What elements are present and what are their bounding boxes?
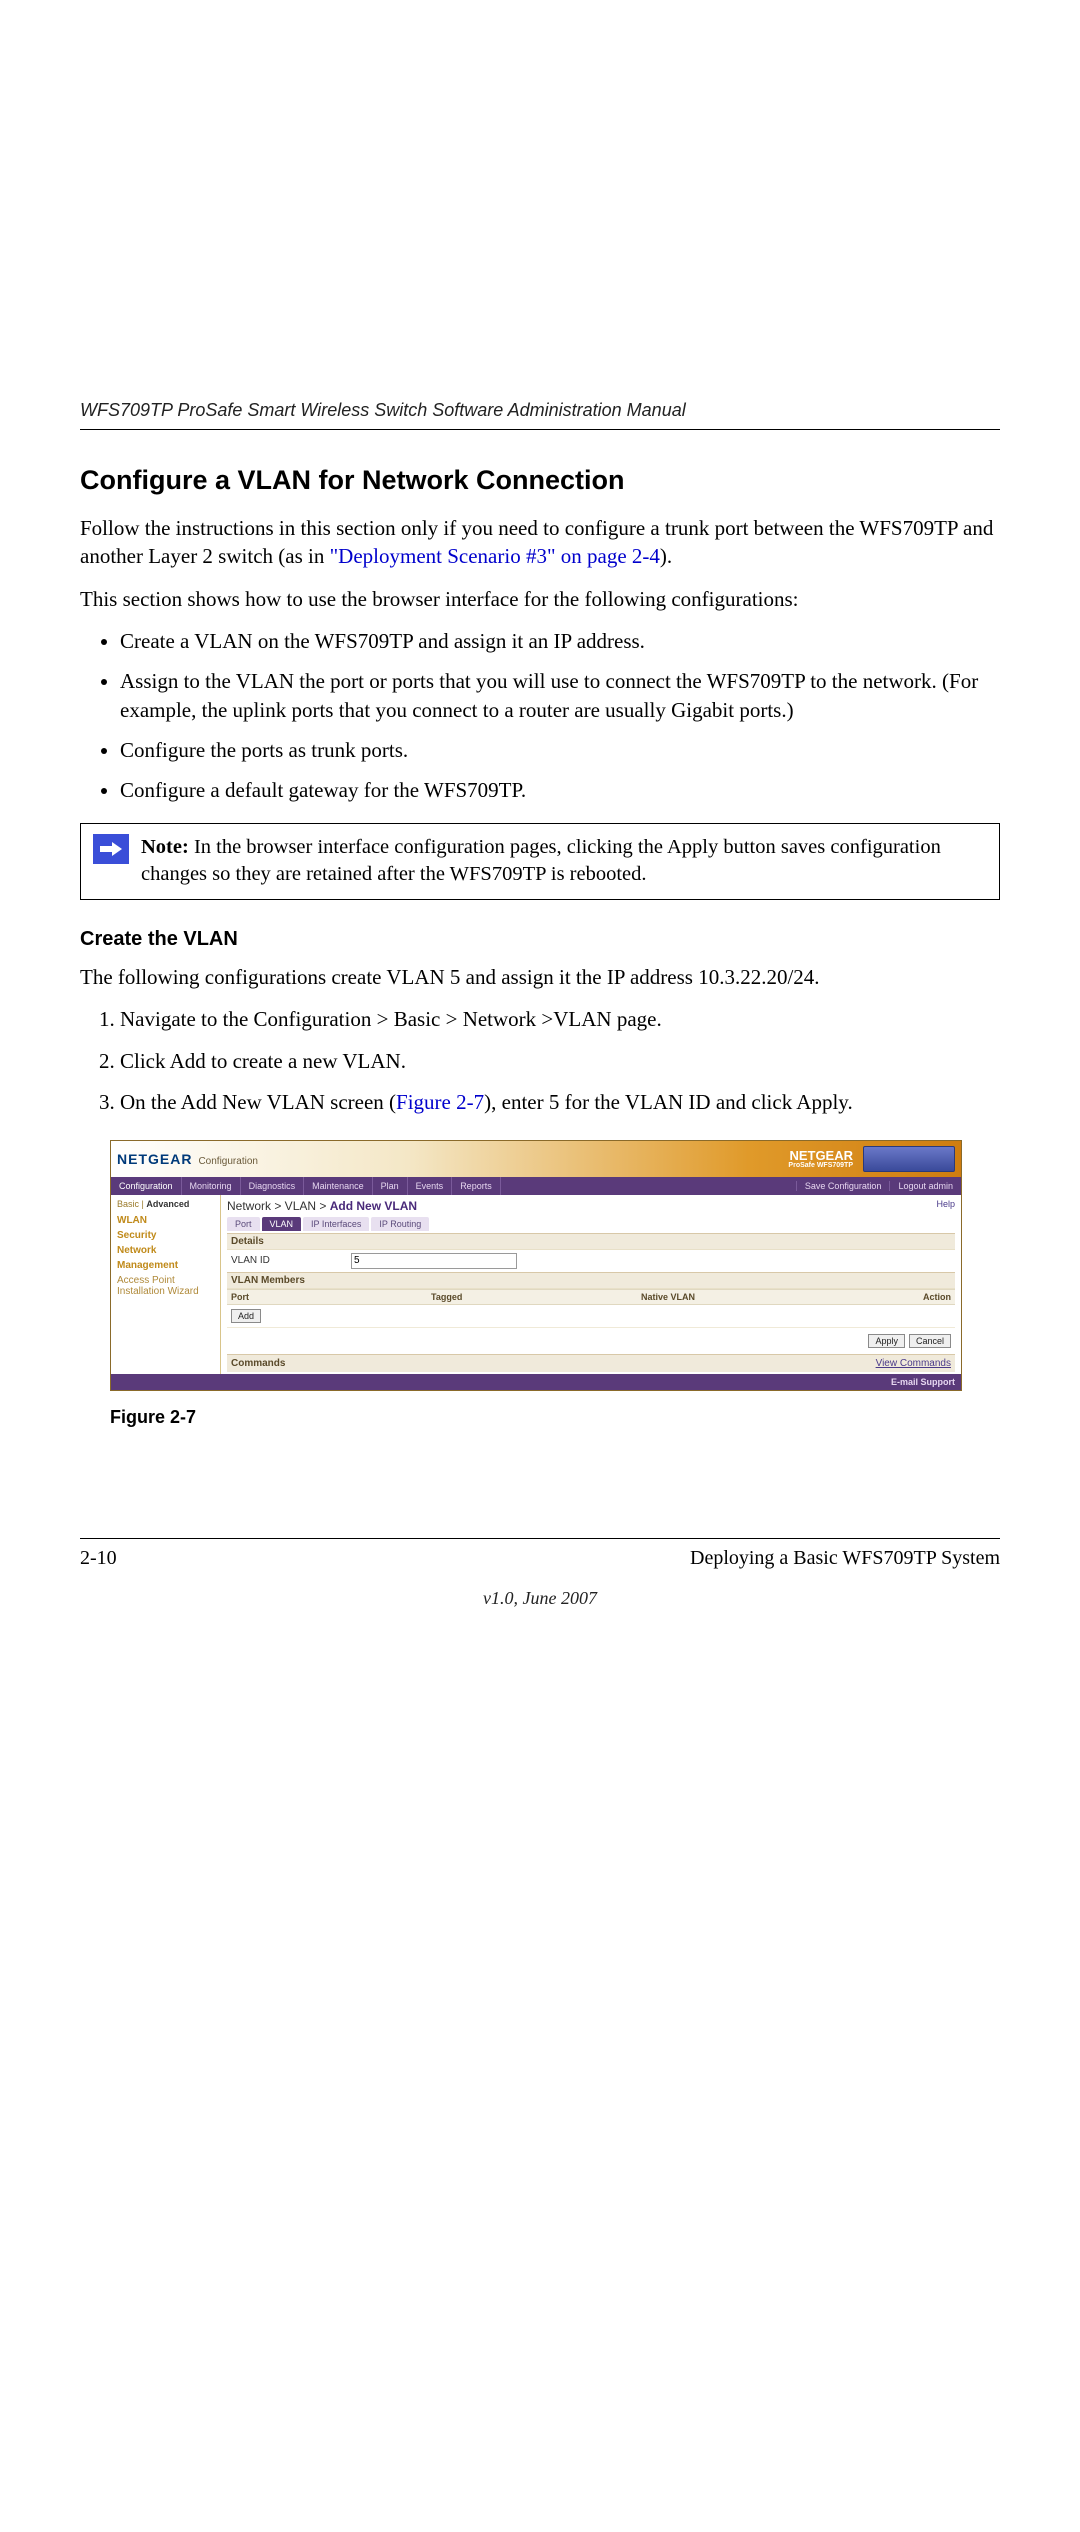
deployment-scenario-link[interactable]: "Deployment Scenario #3" on page 2-4 <box>330 544 660 568</box>
subtab-ip-interfaces[interactable]: IP Interfaces <box>303 1217 369 1231</box>
commands-label: Commands <box>231 1358 285 1369</box>
tab-configuration[interactable]: Configuration <box>111 1177 182 1195</box>
col-tagged: Tagged <box>351 1292 641 1302</box>
sidebar-item-network[interactable]: Network <box>117 1243 214 1258</box>
ss-top-banner: NETGEAR Configuration NETGEAR ProSafe WF… <box>111 1141 961 1177</box>
tab-reports[interactable]: Reports <box>452 1177 501 1195</box>
subtab-ip-routing[interactable]: IP Routing <box>371 1217 429 1231</box>
intro-paragraph-2: This section shows how to use the browse… <box>80 585 1000 613</box>
panel-details-header: Details <box>227 1233 955 1250</box>
col-port: Port <box>231 1292 351 1302</box>
section-title: Configure a VLAN for Network Connection <box>80 465 1000 496</box>
sidebar-item-management[interactable]: Management <box>117 1258 214 1273</box>
document-page: WFS709TP ProSafe Smart Wireless Switch S… <box>0 0 1080 1709</box>
subtab-port[interactable]: Port <box>227 1217 260 1231</box>
bullet-list: Create a VLAN on the WFS709TP and assign… <box>80 627 1000 805</box>
ss-subtabs: Port VLAN IP Interfaces IP Routing <box>227 1217 955 1231</box>
embedded-screenshot: NETGEAR Configuration NETGEAR ProSafe WF… <box>110 1140 962 1391</box>
chapter-title: Deploying a Basic WFS709TP System <box>690 1547 1000 1570</box>
step-text: Navigate to the Configuration > Basic > … <box>120 1007 662 1031</box>
step-item: Click Add to create a new VLAN. <box>120 1047 1000 1076</box>
mode-selector: Basic | Advanced <box>117 1199 214 1209</box>
ss-body: Basic | Advanced WLAN Security Network M… <box>111 1195 961 1374</box>
ss-right-brand: NETGEAR ProSafe WFS709TP <box>788 1146 955 1172</box>
vlan-id-row: VLAN ID <box>227 1250 955 1272</box>
bullet-item: Create a VLAN on the WFS709TP and assign… <box>120 627 1000 655</box>
bullet-item: Configure a default gateway for the WFS7… <box>120 776 1000 804</box>
panel-members-header: VLAN Members <box>227 1272 955 1289</box>
netgear-logo: NETGEAR <box>117 1151 192 1167</box>
sidebar-item-wlan[interactable]: WLAN <box>117 1213 214 1228</box>
mode-basic[interactable]: Basic <box>117 1199 139 1209</box>
logout-link[interactable]: Logout admin <box>889 1181 961 1191</box>
page-number: 2-10 <box>80 1547 117 1570</box>
sidebar-item-security[interactable]: Security <box>117 1228 214 1243</box>
sidebar-item-ap-wizard[interactable]: Access Point Installation Wizard <box>117 1273 214 1299</box>
note-label: Note: <box>141 836 189 858</box>
running-header: WFS709TP ProSafe Smart Wireless Switch S… <box>80 400 1000 430</box>
note-box: Note: In the browser interface configura… <box>80 823 1000 900</box>
save-configuration-link[interactable]: Save Configuration <box>796 1181 890 1191</box>
tab-plan[interactable]: Plan <box>373 1177 408 1195</box>
ordered-steps: Navigate to the Configuration > Basic > … <box>80 1005 1000 1117</box>
form-actions: Apply Cancel <box>227 1327 955 1354</box>
col-native-vlan: Native VLAN <box>641 1292 851 1302</box>
step3-a: On the Add New VLAN screen ( <box>120 1090 396 1114</box>
apply-button[interactable]: Apply <box>868 1334 905 1348</box>
tab-maintenance[interactable]: Maintenance <box>304 1177 373 1195</box>
note-body: In the browser interface configuration p… <box>141 836 941 886</box>
step-text: Click Add to create a new VLAN. <box>120 1049 406 1073</box>
tab-diagnostics[interactable]: Diagnostics <box>241 1177 305 1195</box>
step-item: On the Add New VLAN screen (Figure 2-7),… <box>120 1088 1000 1117</box>
breadcrumb-current: Add New VLAN <box>330 1199 417 1213</box>
ss-main: Help Network > VLAN > Add New VLAN Port … <box>221 1195 961 1374</box>
note-text: Note: In the browser interface configura… <box>141 824 999 899</box>
view-commands-link[interactable]: View Commands <box>876 1358 951 1369</box>
help-link[interactable]: Help <box>936 1199 955 1209</box>
commands-bar: Commands View Commands <box>227 1354 955 1372</box>
version-line: v1.0, June 2007 <box>80 1588 1000 1609</box>
tab-monitoring[interactable]: Monitoring <box>182 1177 241 1195</box>
mode-advanced[interactable]: Advanced <box>146 1199 189 1209</box>
cancel-button[interactable]: Cancel <box>909 1334 951 1348</box>
figure-caption: Figure 2-7 <box>110 1407 1000 1428</box>
members-table-head: Port Tagged Native VLAN Action <box>227 1289 955 1305</box>
vlan-id-label: VLAN ID <box>231 1255 351 1266</box>
bullet-item: Assign to the VLAN the port or ports tha… <box>120 667 1000 724</box>
brand-model: ProSafe WFS709TP <box>788 1162 853 1169</box>
add-row: Add <box>227 1305 955 1327</box>
subsection-title: Create the VLAN <box>80 928 1000 951</box>
intro1-b: ). <box>660 544 672 568</box>
col-action: Action <box>851 1292 951 1302</box>
step3-b: ), enter 5 for the VLAN ID and click App… <box>484 1090 853 1114</box>
device-image-icon <box>863 1146 955 1172</box>
subtab-vlan[interactable]: VLAN <box>262 1217 302 1231</box>
ss-footer: E-mail Support <box>111 1374 961 1390</box>
brand-right-text: NETGEAR <box>789 1148 853 1163</box>
intro-paragraph-1: Follow the instructions in this section … <box>80 514 1000 571</box>
step-item: Navigate to the Configuration > Basic > … <box>120 1005 1000 1034</box>
banner-subtitle: Configuration <box>198 1156 257 1167</box>
note-icon-cell <box>81 824 141 874</box>
ss-logo-left: NETGEAR Configuration <box>117 1151 258 1167</box>
brand-right: NETGEAR ProSafe WFS709TP <box>788 1149 853 1169</box>
arrow-right-icon <box>93 834 129 864</box>
vlan-id-input[interactable] <box>351 1253 517 1269</box>
figure-link[interactable]: Figure 2-7 <box>396 1090 484 1114</box>
ss-main-tabs: Configuration Monitoring Diagnostics Mai… <box>111 1177 961 1195</box>
add-button[interactable]: Add <box>231 1309 261 1323</box>
bullet-item: Configure the ports as trunk ports. <box>120 736 1000 764</box>
breadcrumb: Network > VLAN > Add New VLAN <box>227 1199 955 1213</box>
page-footer: 2-10 Deploying a Basic WFS709TP System <box>80 1538 1000 1570</box>
breadcrumb-path: Network > VLAN > <box>227 1199 330 1213</box>
sub-intro: The following configurations create VLAN… <box>80 963 1000 991</box>
ss-sidebar: Basic | Advanced WLAN Security Network M… <box>111 1195 221 1374</box>
tab-events[interactable]: Events <box>408 1177 453 1195</box>
